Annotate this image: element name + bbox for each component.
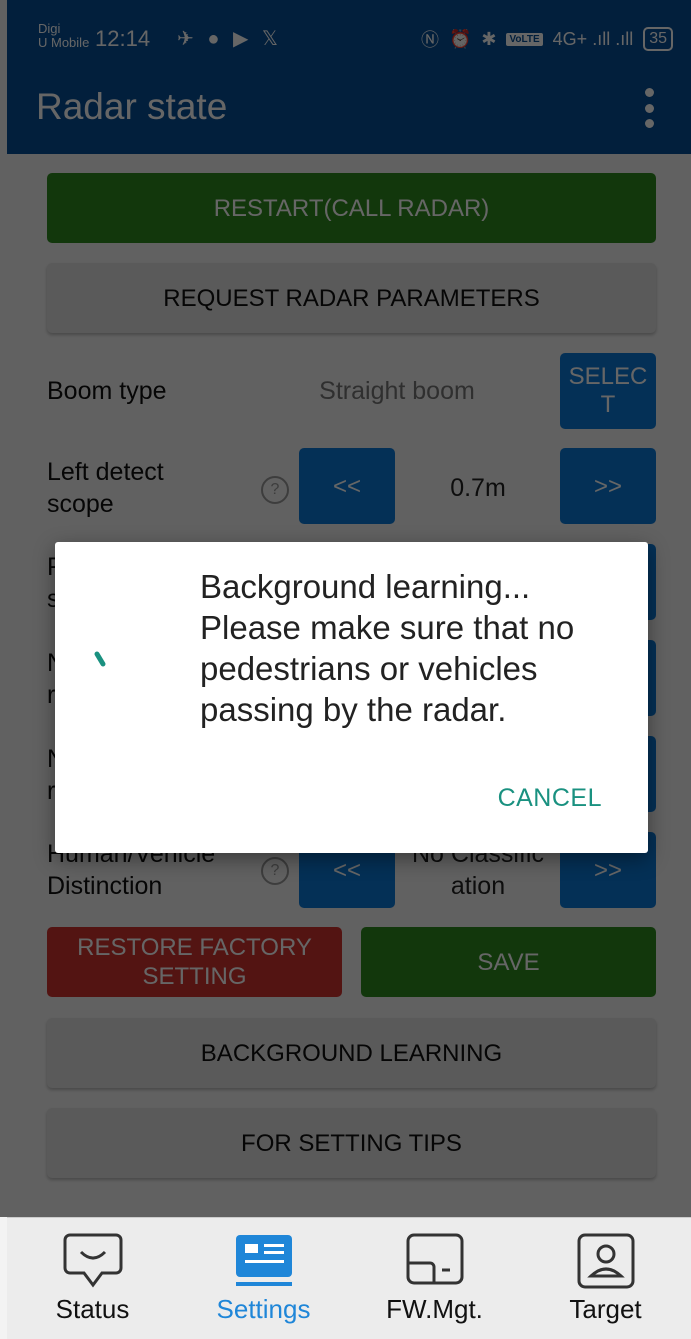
boom-type-label: Boom type bbox=[47, 377, 167, 405]
nav-label-target: Target bbox=[569, 1294, 642, 1324]
boom-type-value: Straight boom bbox=[319, 377, 475, 405]
carrier-line-1: Digi bbox=[38, 21, 61, 36]
restart-button[interactable]: RESTART(CALL RADAR) bbox=[47, 173, 656, 243]
nfc-icon: Ⓝ bbox=[420, 30, 439, 50]
progress-dialog: Background learning... Please make sure … bbox=[55, 542, 648, 853]
volte-badge: VoLTE bbox=[506, 32, 543, 46]
setting-tips-button[interactable]: FOR SETTING TIPS bbox=[47, 1108, 656, 1178]
signal-icon: 4G+ .ıll .ıll bbox=[552, 28, 634, 49]
nav-item-target[interactable]: Target bbox=[520, 1218, 691, 1339]
request-parameters-button[interactable]: REQUEST RADAR PARAMETERS bbox=[47, 263, 656, 333]
nav-label-status: Status bbox=[55, 1294, 130, 1324]
firmware-icon bbox=[406, 1233, 463, 1285]
dialog-message: Background learning... Please make sure … bbox=[200, 568, 575, 728]
chat-bubble-icon bbox=[63, 1233, 122, 1288]
page-title: Radar state bbox=[36, 86, 228, 127]
status-time: 12:14 bbox=[95, 26, 151, 51]
background-learning-button[interactable]: BACKGROUND LEARNING bbox=[47, 1018, 656, 1088]
app-screen: Digi U Mobile 12:14 ✈ ● ▶ 𝕏 Ⓝ ⏰ ✱ VoLTE … bbox=[0, 0, 691, 1339]
nav-label-settings: Settings bbox=[216, 1294, 311, 1324]
loading-spinner-icon bbox=[94, 651, 106, 667]
nav-item-firmware[interactable]: FW.Mgt. bbox=[349, 1218, 520, 1339]
left-scope-decrease-button[interactable]: << bbox=[299, 448, 395, 524]
left-scope-increase-button[interactable]: >> bbox=[560, 448, 656, 524]
alarm-icon: ⏰ bbox=[448, 28, 472, 49]
carrier-line-2: U Mobile bbox=[38, 35, 90, 50]
status-bar: Digi U Mobile 12:14 ✈ ● ▶ 𝕏 Ⓝ ⏰ ✱ VoLTE … bbox=[7, 0, 691, 76]
target-person-icon bbox=[577, 1233, 634, 1289]
settings-card-icon bbox=[235, 1235, 292, 1286]
help-icon[interactable]: ? bbox=[261, 476, 289, 504]
restore-factory-button[interactable]: RESTORE FACTORY SETTING bbox=[47, 927, 342, 997]
notification-icons: ✈ ● ▶ 𝕏 bbox=[177, 28, 283, 50]
help-icon[interactable]: ? bbox=[261, 857, 289, 885]
save-button[interactable]: SAVE bbox=[361, 927, 656, 997]
nav-item-status[interactable]: Status bbox=[7, 1218, 178, 1339]
battery-icon: 35 bbox=[643, 27, 673, 51]
carrier-label: Digi U Mobile bbox=[38, 22, 89, 50]
left-detect-scope-label: Left detect scope bbox=[47, 458, 164, 518]
left-scope-value: 0.7m bbox=[450, 474, 506, 502]
nav-label-firmware: FW.Mgt. bbox=[386, 1294, 483, 1324]
nav-item-settings[interactable]: Settings bbox=[178, 1218, 349, 1339]
cancel-button[interactable]: CANCEL bbox=[498, 784, 602, 813]
bottom-navigation: Status Settings FW.Mgt. Target bbox=[7, 1217, 691, 1339]
bluetooth-icon: ✱ bbox=[481, 28, 497, 49]
app-bar: Radar state bbox=[7, 76, 691, 154]
select-boom-button[interactable]: SELEC T bbox=[560, 353, 656, 429]
system-indicators: Ⓝ ⏰ ✱ VoLTE 4G+ .ıll .ıll 35 bbox=[421, 26, 673, 52]
overflow-menu-icon[interactable] bbox=[637, 86, 661, 130]
